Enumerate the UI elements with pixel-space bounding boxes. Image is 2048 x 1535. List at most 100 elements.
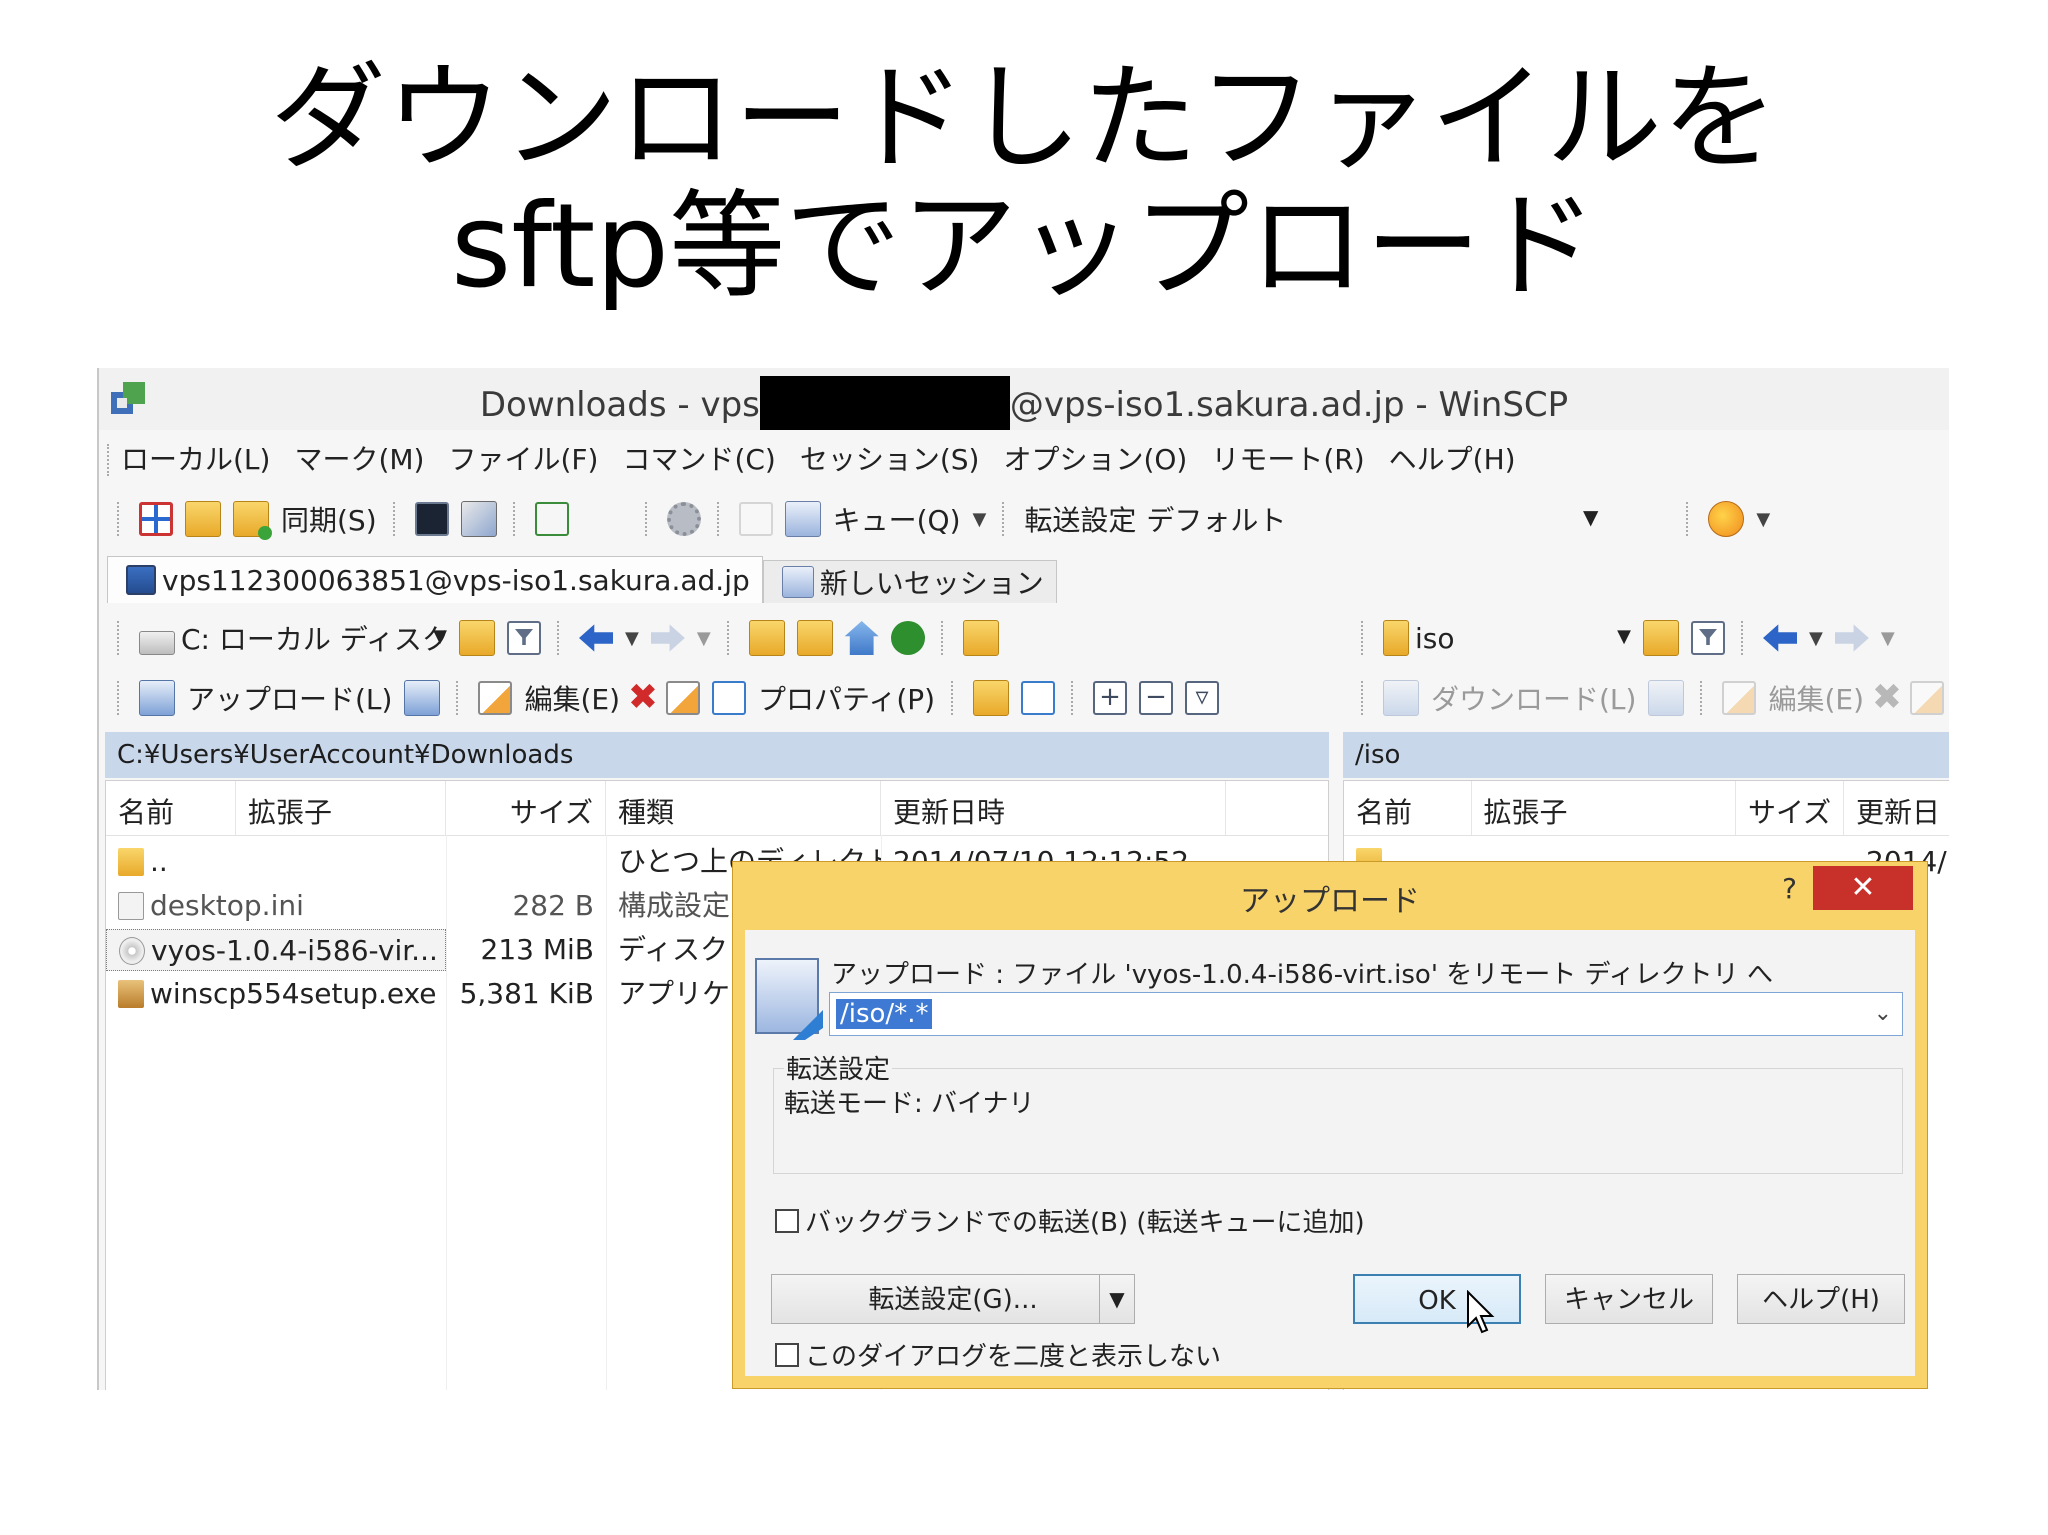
- queue-icon[interactable]: [784, 501, 821, 537]
- column-size[interactable]: サイズ: [1736, 781, 1845, 835]
- globe-icon[interactable]: [1708, 501, 1745, 537]
- filter-icon[interactable]: [1691, 621, 1725, 655]
- checkbox-box[interactable]: [775, 1342, 799, 1367]
- help-button[interactable]: ヘルプ(H): [1737, 1274, 1905, 1324]
- menu-remote[interactable]: リモート(R): [1211, 438, 1364, 482]
- chevron-down-icon[interactable]: ⌄: [1874, 1001, 1892, 1026]
- home-icon[interactable]: [844, 621, 879, 655]
- menu-options[interactable]: オプション(O): [1003, 438, 1187, 482]
- local-path-bar[interactable]: C:¥Users¥UserAccount¥Downloads: [105, 732, 1329, 778]
- refresh-icon[interactable]: [890, 621, 925, 655]
- column-extension[interactable]: 拡張子: [236, 781, 446, 835]
- upload-button[interactable]: アップロード(L): [187, 678, 392, 718]
- transfer-settings-button[interactable]: 転送設定(G)... ▼: [771, 1274, 1135, 1324]
- putty-icon[interactable]: [460, 501, 497, 537]
- help-icon[interactable]: ?: [1782, 872, 1797, 905]
- column-modified[interactable]: 更新日: [1844, 781, 1949, 835]
- queue-button[interactable]: キュー(Q): [833, 499, 961, 539]
- root-directory-icon[interactable]: [796, 620, 833, 656]
- chevron-down-icon[interactable]: ▼: [1099, 1275, 1134, 1323]
- local-drive-label: C: ローカル ディスク: [181, 623, 450, 656]
- column-size[interactable]: サイズ: [446, 781, 606, 835]
- toolbar-grip: [117, 502, 123, 536]
- download-icon: [1383, 680, 1419, 716]
- forward-dropdown-icon: ▼: [696, 627, 711, 649]
- local-list-header: 名前 拡張子 サイズ 種類 更新日時: [106, 781, 1328, 836]
- file-size: 213 MiB: [480, 933, 595, 966]
- queue-dropdown-icon[interactable]: ▼: [973, 509, 987, 530]
- dialog-body: アップロード : ファイル 'vyos-1.0.4-i586-virt.iso'…: [745, 930, 1915, 1376]
- edit-button[interactable]: 編集(E): [524, 678, 620, 718]
- menu-command[interactable]: コマンド(C): [622, 438, 775, 482]
- forward-dropdown-icon: ▼: [1880, 627, 1895, 649]
- background-transfer-label: バックグランドでの転送(B) (転送キューに追加): [805, 1208, 1365, 1238]
- shortcut-icon[interactable]: [1021, 681, 1056, 715]
- target-path-combobox[interactable]: /iso/*.* ⌄: [829, 992, 1903, 1036]
- open-folder-icon[interactable]: [1643, 620, 1679, 656]
- column-modified[interactable]: 更新日時: [881, 781, 1226, 835]
- remote-path-bar[interactable]: /iso: [1343, 732, 1949, 778]
- toolbar-separator: [951, 681, 957, 715]
- dont-show-again-checkbox[interactable]: このダイアログを二度と表示しない: [775, 1336, 1221, 1373]
- parent-directory-icon[interactable]: [748, 620, 785, 656]
- new-session-icon: [781, 566, 814, 598]
- cancel-button[interactable]: キャンセル: [1545, 1274, 1713, 1324]
- tab-new-session[interactable]: 新しいセッション: [762, 560, 1057, 603]
- remote-dir-select[interactable]: iso ▼: [1377, 618, 1637, 658]
- back-arrow-icon[interactable]: [579, 624, 613, 652]
- menu-help[interactable]: ヘルプ(H): [1389, 438, 1516, 482]
- checkbox-box[interactable]: [775, 1208, 799, 1233]
- toolbar-grip: [1361, 681, 1367, 715]
- select-minus-icon[interactable]: −: [1139, 681, 1174, 715]
- invert-selection-icon[interactable]: ▿: [1185, 681, 1220, 715]
- rename-icon: [1910, 681, 1944, 715]
- upload-queue-icon[interactable]: [404, 680, 441, 716]
- select-plus-icon[interactable]: +: [1093, 681, 1128, 715]
- remote-list-header: 名前 拡張子 サイズ 更新日: [1344, 781, 1949, 836]
- filter-icon[interactable]: [507, 621, 541, 655]
- column-name[interactable]: 名前: [1344, 781, 1472, 835]
- rename-icon[interactable]: [666, 681, 700, 715]
- background-transfer-checkbox[interactable]: バックグランドでの転送(B) (転送キューに追加): [775, 1202, 1365, 1239]
- close-button[interactable]: ✕: [1813, 866, 1913, 910]
- toolbar-separator: [1741, 621, 1747, 655]
- back-dropdown-icon[interactable]: ▼: [1809, 628, 1823, 649]
- tab-session[interactable]: vps112300063851@vps-iso1.sakura.ad.jp: [107, 556, 763, 603]
- back-dropdown-icon[interactable]: ▼: [625, 628, 639, 649]
- properties-icon[interactable]: [712, 681, 746, 715]
- column-extension[interactable]: 拡張子: [1472, 781, 1736, 835]
- drive-icon: [139, 631, 175, 655]
- menu-session[interactable]: セッション(S): [800, 438, 980, 482]
- transfer-settings-select[interactable]: デフォルト ▼: [1146, 499, 1607, 539]
- compare-directories-icon[interactable]: [139, 502, 173, 536]
- menu-local[interactable]: ローカル(L): [121, 438, 270, 482]
- chevron-down-icon: ▼: [433, 626, 447, 647]
- menu-bar: ローカル(L) マーク(M) ファイル(F) コマンド(C) セッション(S) …: [107, 438, 1540, 482]
- new-folder-icon[interactable]: [973, 680, 1010, 716]
- column-type[interactable]: 種類: [606, 781, 881, 835]
- toolbar-grip: [117, 681, 123, 715]
- tree-icon[interactable]: [962, 620, 999, 656]
- globe-dropdown-icon[interactable]: ▼: [1756, 509, 1770, 530]
- synchronize-icon[interactable]: [233, 501, 272, 540]
- column-name[interactable]: 名前: [106, 781, 236, 835]
- open-folder-icon[interactable]: [459, 620, 495, 656]
- edit-icon[interactable]: [478, 681, 513, 715]
- properties-button[interactable]: プロパティ(P): [758, 678, 935, 718]
- menu-file[interactable]: ファイル(F): [448, 438, 598, 482]
- local-drive-select[interactable]: C: ローカル ディスク ▼: [133, 618, 453, 658]
- gear-icon[interactable]: [666, 502, 701, 536]
- main-toolbar: 同期(S) キュー(Q) ▼ 転送設定 デフォルト ▼ ▼: [107, 494, 1776, 544]
- console-icon[interactable]: [414, 502, 449, 536]
- refresh-icon[interactable]: [534, 502, 569, 536]
- upload-icon[interactable]: [139, 680, 175, 716]
- chevron-down-icon: ▼: [1617, 626, 1631, 647]
- toolbar-separator: [644, 502, 651, 536]
- back-arrow-icon[interactable]: [1763, 624, 1797, 652]
- transfer-settings-group: 転送設定 転送モード: バイナリ: [773, 1049, 1903, 1174]
- target-path-value[interactable]: /iso/*.*: [836, 999, 933, 1029]
- menu-mark[interactable]: マーク(M): [294, 438, 424, 482]
- delete-icon[interactable]: ✖: [626, 680, 660, 716]
- synchronize-button[interactable]: 同期(S): [281, 499, 377, 539]
- synchronize-browsing-icon[interactable]: [185, 501, 221, 537]
